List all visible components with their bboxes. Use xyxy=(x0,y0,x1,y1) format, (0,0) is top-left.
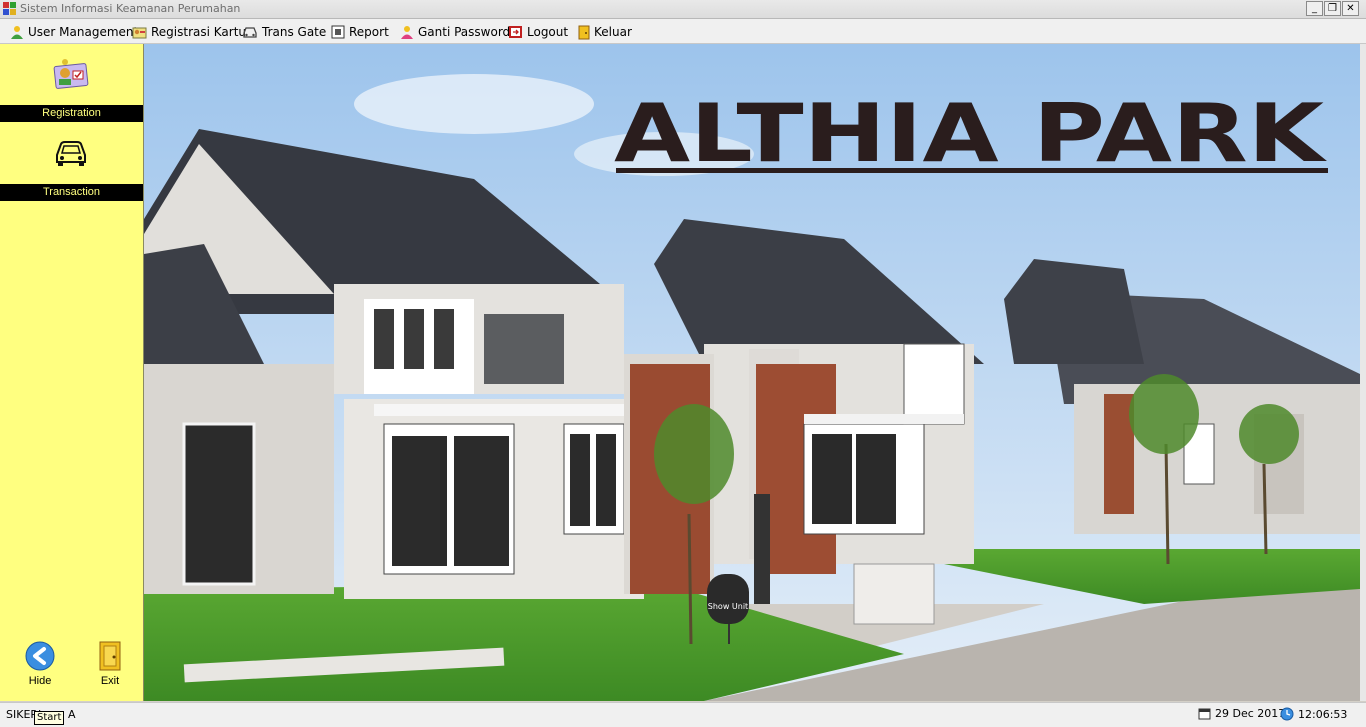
start-tooltip: Start xyxy=(34,711,65,725)
hide-button[interactable]: Hide xyxy=(18,640,62,687)
status-date: 29 Dec 2017 xyxy=(1198,707,1285,720)
hide-label: Hide xyxy=(28,675,52,687)
window-titlebar: Sistem Informasi Keamanan Perumahan _ ❐ … xyxy=(0,0,1366,19)
status-time: 12:06:53 xyxy=(1280,707,1347,721)
report-icon xyxy=(331,25,345,39)
clock-icon xyxy=(1280,707,1294,721)
housing-photo: Show Unit ALTHIA PARK xyxy=(144,44,1360,701)
restore-button[interactable]: ❐ xyxy=(1324,1,1341,16)
exit-label: Exit xyxy=(100,675,120,687)
menu-label: Logout xyxy=(527,25,569,39)
exit-button[interactable]: Exit xyxy=(88,640,132,687)
calendar-icon xyxy=(1198,708,1211,720)
registration-label: Registration xyxy=(0,105,143,122)
car-icon xyxy=(243,27,257,38)
car-icon xyxy=(56,141,86,166)
sidebar: Registration Transaction Hide Exit xyxy=(0,44,144,701)
menu-report[interactable]: Report xyxy=(331,23,389,41)
menu-label: Report xyxy=(349,25,389,39)
window-title: Sistem Informasi Keamanan Perumahan xyxy=(20,2,241,15)
menu-label: Keluar xyxy=(594,25,632,39)
hero-image: Show Unit ALTHIA PARK xyxy=(144,44,1360,701)
menu-label: Registrasi Kartu xyxy=(151,25,247,39)
app-icon xyxy=(3,2,16,15)
status-bar: SIKERI A 29 Dec 2017 12:06:53 xyxy=(0,702,1366,727)
logout-icon xyxy=(509,26,522,38)
door-exit-icon xyxy=(578,25,590,39)
door-exit-icon xyxy=(99,641,121,671)
back-arrow-icon xyxy=(25,641,55,671)
menu-bar: User Management Registrasi Kartu Trans G… xyxy=(0,19,1366,44)
user-key-icon xyxy=(401,26,413,39)
brand-underline xyxy=(616,168,1328,173)
transaction-label: Transaction xyxy=(0,184,143,201)
close-button[interactable]: ✕ xyxy=(1342,1,1359,16)
registration-icon xyxy=(132,27,147,39)
status-extra: A xyxy=(68,708,76,721)
menu-keluar[interactable]: Keluar xyxy=(578,23,632,41)
status-date-text: 29 Dec 2017 xyxy=(1215,707,1286,720)
registration-icon xyxy=(53,59,89,89)
menu-label: Trans Gate xyxy=(262,25,327,39)
menu-ganti-password[interactable]: Ganti Password xyxy=(400,23,510,41)
menu-registrasi-kartu[interactable]: Registrasi Kartu xyxy=(132,23,246,41)
user-icon xyxy=(11,26,23,39)
status-time-text: 12:06:53 xyxy=(1298,707,1348,721)
minimize-button[interactable]: _ xyxy=(1306,1,1323,16)
menu-label: Ganti Password xyxy=(418,25,511,39)
menu-logout[interactable]: Logout xyxy=(508,23,568,41)
menu-trans-gate[interactable]: Trans Gate xyxy=(242,23,326,41)
vertical-scrollbar[interactable] xyxy=(1360,44,1366,701)
menu-label: User Management xyxy=(28,25,139,39)
brand-title: ALTHIA PARK xyxy=(614,87,1328,180)
show-unit-sign: Show Unit xyxy=(708,602,748,611)
menu-user-management[interactable]: User Management xyxy=(10,23,138,41)
